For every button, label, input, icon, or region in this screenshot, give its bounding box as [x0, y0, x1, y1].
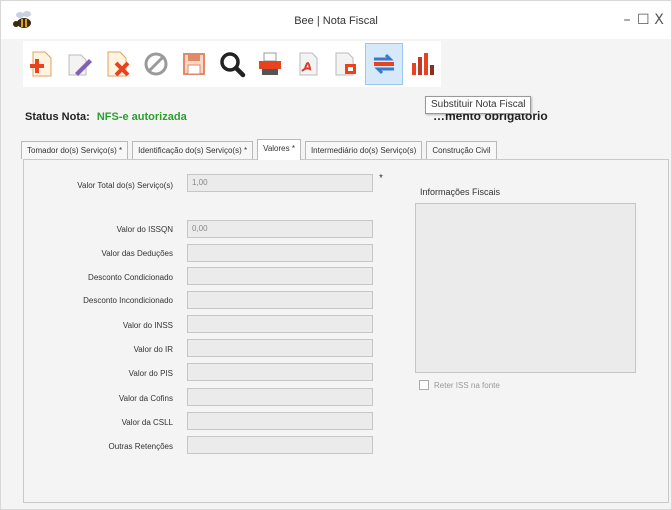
informacoes-fiscais-title: Informações Fiscais	[420, 187, 501, 197]
nota-fiscal-window: Bee | Nota Fiscal – ☐ X Substituir Nota …	[0, 0, 672, 510]
tab-valores[interactable]: Valores *	[257, 139, 301, 160]
tab-identificacao[interactable]: Identificação do(s) Serviço(s) *	[132, 141, 254, 159]
minimize-button[interactable]: –	[621, 12, 633, 28]
inss-input[interactable]	[187, 315, 373, 333]
delete-document-icon	[107, 51, 130, 77]
report-chart-icon	[412, 53, 434, 75]
cofins-label: Valor da Cofins	[118, 394, 173, 403]
status-row: Status Nota: NFS-e autorizada	[25, 111, 187, 123]
save-button[interactable]	[175, 43, 213, 85]
tab-construcao-civil[interactable]: Construção Civil	[426, 141, 497, 159]
print-icon	[259, 52, 281, 75]
csll-input[interactable]	[187, 412, 373, 430]
cancel-button[interactable]	[137, 43, 175, 85]
csll-label: Valor da CSLL	[121, 418, 173, 427]
edit-button[interactable]	[61, 43, 99, 85]
tab-strip: Tomador do(s) Serviço(s) * Identificação…	[21, 139, 501, 160]
document-send-icon	[335, 52, 356, 76]
tab-intermediario[interactable]: Intermediário do(s) Serviço(s)	[304, 141, 423, 159]
desconto-incondicionado-input[interactable]	[187, 291, 373, 309]
print-button[interactable]	[251, 43, 289, 85]
save-floppy-icon	[183, 53, 205, 75]
ir-label: Valor do IR	[133, 345, 173, 354]
reter-iss-label: Reter ISS na fonte	[434, 380, 500, 390]
cancel-circle-icon	[144, 52, 168, 76]
deducoes-input[interactable]	[187, 244, 373, 262]
pdf-export-icon	[299, 52, 318, 76]
search-magnifier-icon	[220, 52, 246, 78]
outras-retencoes-label: Outras Retenções	[108, 442, 173, 451]
send-button[interactable]	[327, 43, 365, 85]
issqn-input[interactable]: 0,00	[187, 220, 373, 238]
status-label: Status Nota:	[25, 111, 90, 123]
delete-button[interactable]	[99, 43, 137, 85]
pdf-button[interactable]	[289, 43, 327, 85]
cofins-input[interactable]	[187, 388, 373, 406]
substitute-button[interactable]	[365, 43, 403, 85]
edit-pencil-icon	[68, 54, 92, 76]
search-button[interactable]	[213, 43, 251, 85]
required-mark: *	[379, 173, 383, 184]
reter-iss-checkbox[interactable]	[419, 380, 429, 390]
title-bar: Bee | Nota Fiscal – ☐ X	[1, 1, 671, 39]
substitute-tooltip: Substituir Nota Fiscal	[425, 96, 532, 114]
substitute-arrows-icon	[374, 53, 394, 75]
new-document-plus-icon	[30, 51, 52, 77]
desconto-condicionado-label: Desconto Condicionado	[88, 273, 173, 282]
window-controls: – ☐ X	[621, 12, 665, 28]
status-value: NFS-e autorizada	[96, 111, 187, 123]
issqn-label: Valor do ISSQN	[116, 225, 173, 234]
desconto-condicionado-input[interactable]	[187, 267, 373, 285]
desconto-incondicionado-label: Desconto Incondicionado	[83, 296, 173, 305]
report-button[interactable]	[403, 43, 441, 85]
pis-input[interactable]	[187, 363, 373, 381]
valor-total-input[interactable]: 1,00	[187, 174, 373, 192]
toolbar	[23, 41, 441, 87]
valor-total-label: Valor Total do(s) Serviço(s)	[77, 181, 173, 190]
maximize-button[interactable]: ☐	[637, 12, 650, 28]
tab-tomador[interactable]: Tomador do(s) Serviço(s) *	[21, 141, 129, 159]
ir-input[interactable]	[187, 339, 373, 357]
outras-retencoes-input[interactable]	[187, 436, 373, 454]
close-button[interactable]: X	[653, 12, 665, 28]
deducoes-label: Valor das Deduções	[101, 249, 173, 258]
informacoes-fiscais-textarea[interactable]	[415, 203, 636, 373]
inss-label: Valor do INSS	[122, 321, 173, 330]
window-title: Bee | Nota Fiscal	[294, 15, 378, 27]
pis-label: Valor do PIS	[128, 369, 173, 378]
reter-iss-row[interactable]: Reter ISS na fonte	[419, 380, 500, 390]
new-button[interactable]	[23, 43, 61, 85]
